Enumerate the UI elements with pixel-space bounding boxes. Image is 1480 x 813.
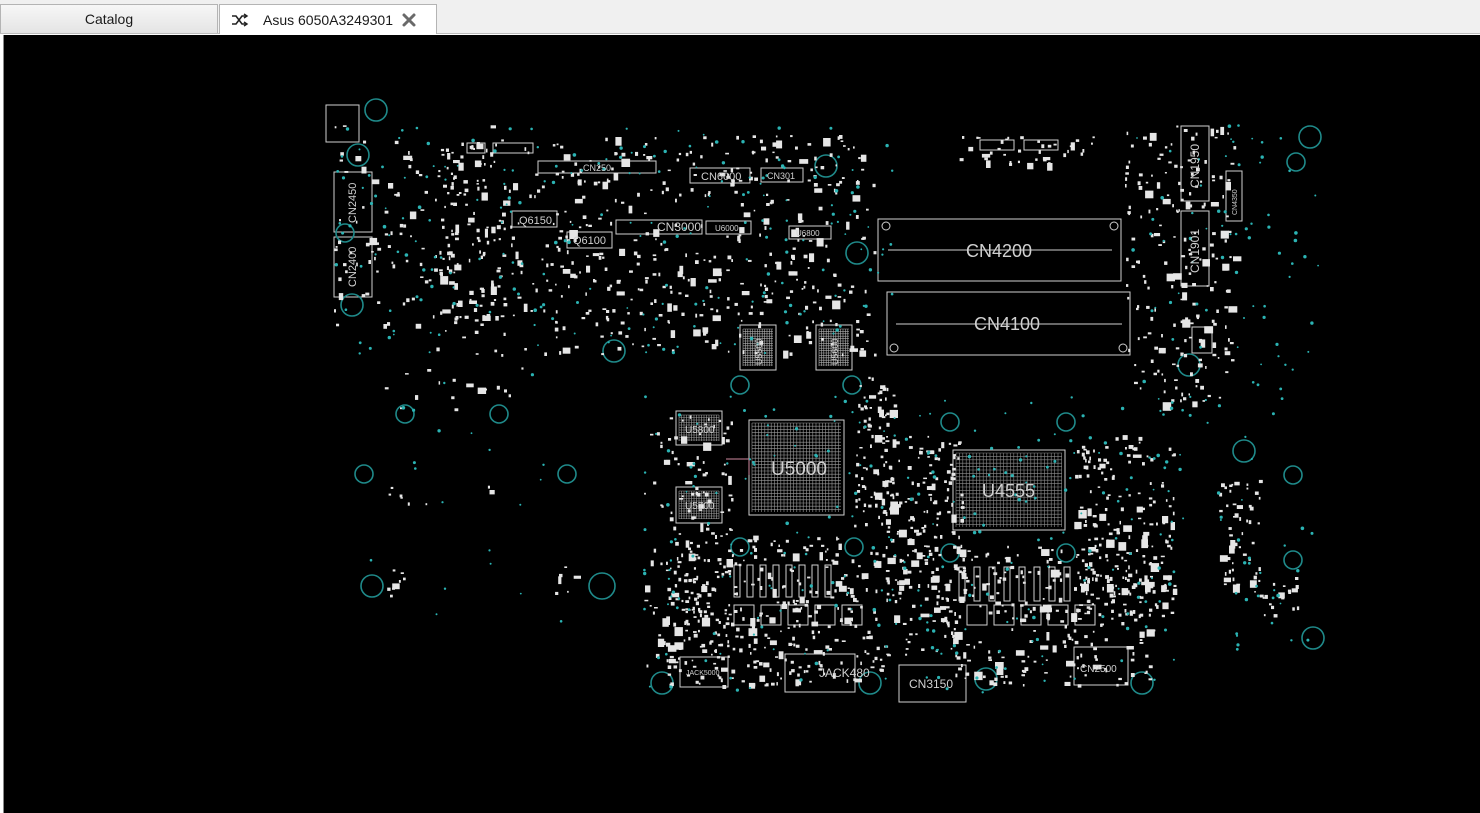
- label-u5700: U5700: [685, 501, 715, 512]
- label-cn250: CN250: [583, 163, 611, 173]
- label-cn1950: CN1950: [1188, 144, 1202, 188]
- label-u4555: U4555: [982, 481, 1035, 501]
- board-layout[interactable]: CN4200 CN4100 U5000 U4555 U5800 U5700 JA…: [4, 35, 1480, 813]
- shuffle-icon: [231, 12, 249, 27]
- tab-board-viewer[interactable]: Asus 6050A3249301: [219, 4, 437, 34]
- label-cn2500: CN2500: [1080, 664, 1117, 675]
- label-cn6000: CN6000: [701, 171, 741, 183]
- tab-board-label: Asus 6050A3249301: [263, 11, 393, 28]
- label-cn301: CN301: [767, 171, 795, 181]
- label-u6800: U6800: [796, 229, 820, 238]
- label-jack480: JACK480: [819, 666, 870, 680]
- label-cn2400: CN2400: [347, 247, 359, 287]
- label-cn2450: CN2450: [347, 183, 359, 223]
- left-top-part: [325, 104, 360, 143]
- label-cn4100: CN4100: [974, 314, 1040, 334]
- tab-catalog[interactable]: Catalog: [0, 4, 218, 33]
- label-cn4350: CN4350: [1232, 189, 1239, 215]
- label-u5800: U5800: [685, 425, 715, 436]
- label-cn1901: CN1901: [1188, 229, 1202, 273]
- label-cn3000: CN3000: [657, 220, 701, 234]
- label-u5000: U5000: [771, 459, 827, 480]
- label-cn4200: CN4200: [966, 241, 1032, 261]
- label-cn3150: CN3150: [909, 677, 953, 691]
- label-jack5000: JACK5000: [686, 670, 720, 677]
- tab-bar: Catalog Asus 6050A3249301: [0, 0, 1480, 34]
- board-view-canvas[interactable]: CN4200 CN4100 U5000 U4555 U5800 U5700 JA…: [3, 35, 1480, 813]
- tab-catalog-label: Catalog: [84, 11, 134, 27]
- label-q6150: Q6150: [519, 215, 552, 227]
- close-icon[interactable]: [401, 12, 417, 28]
- label-u5500: U5500: [754, 338, 764, 365]
- label-q6100: Q6100: [573, 235, 606, 247]
- label-u6000: U6000: [715, 224, 739, 233]
- label-u5600: U5600: [830, 338, 840, 365]
